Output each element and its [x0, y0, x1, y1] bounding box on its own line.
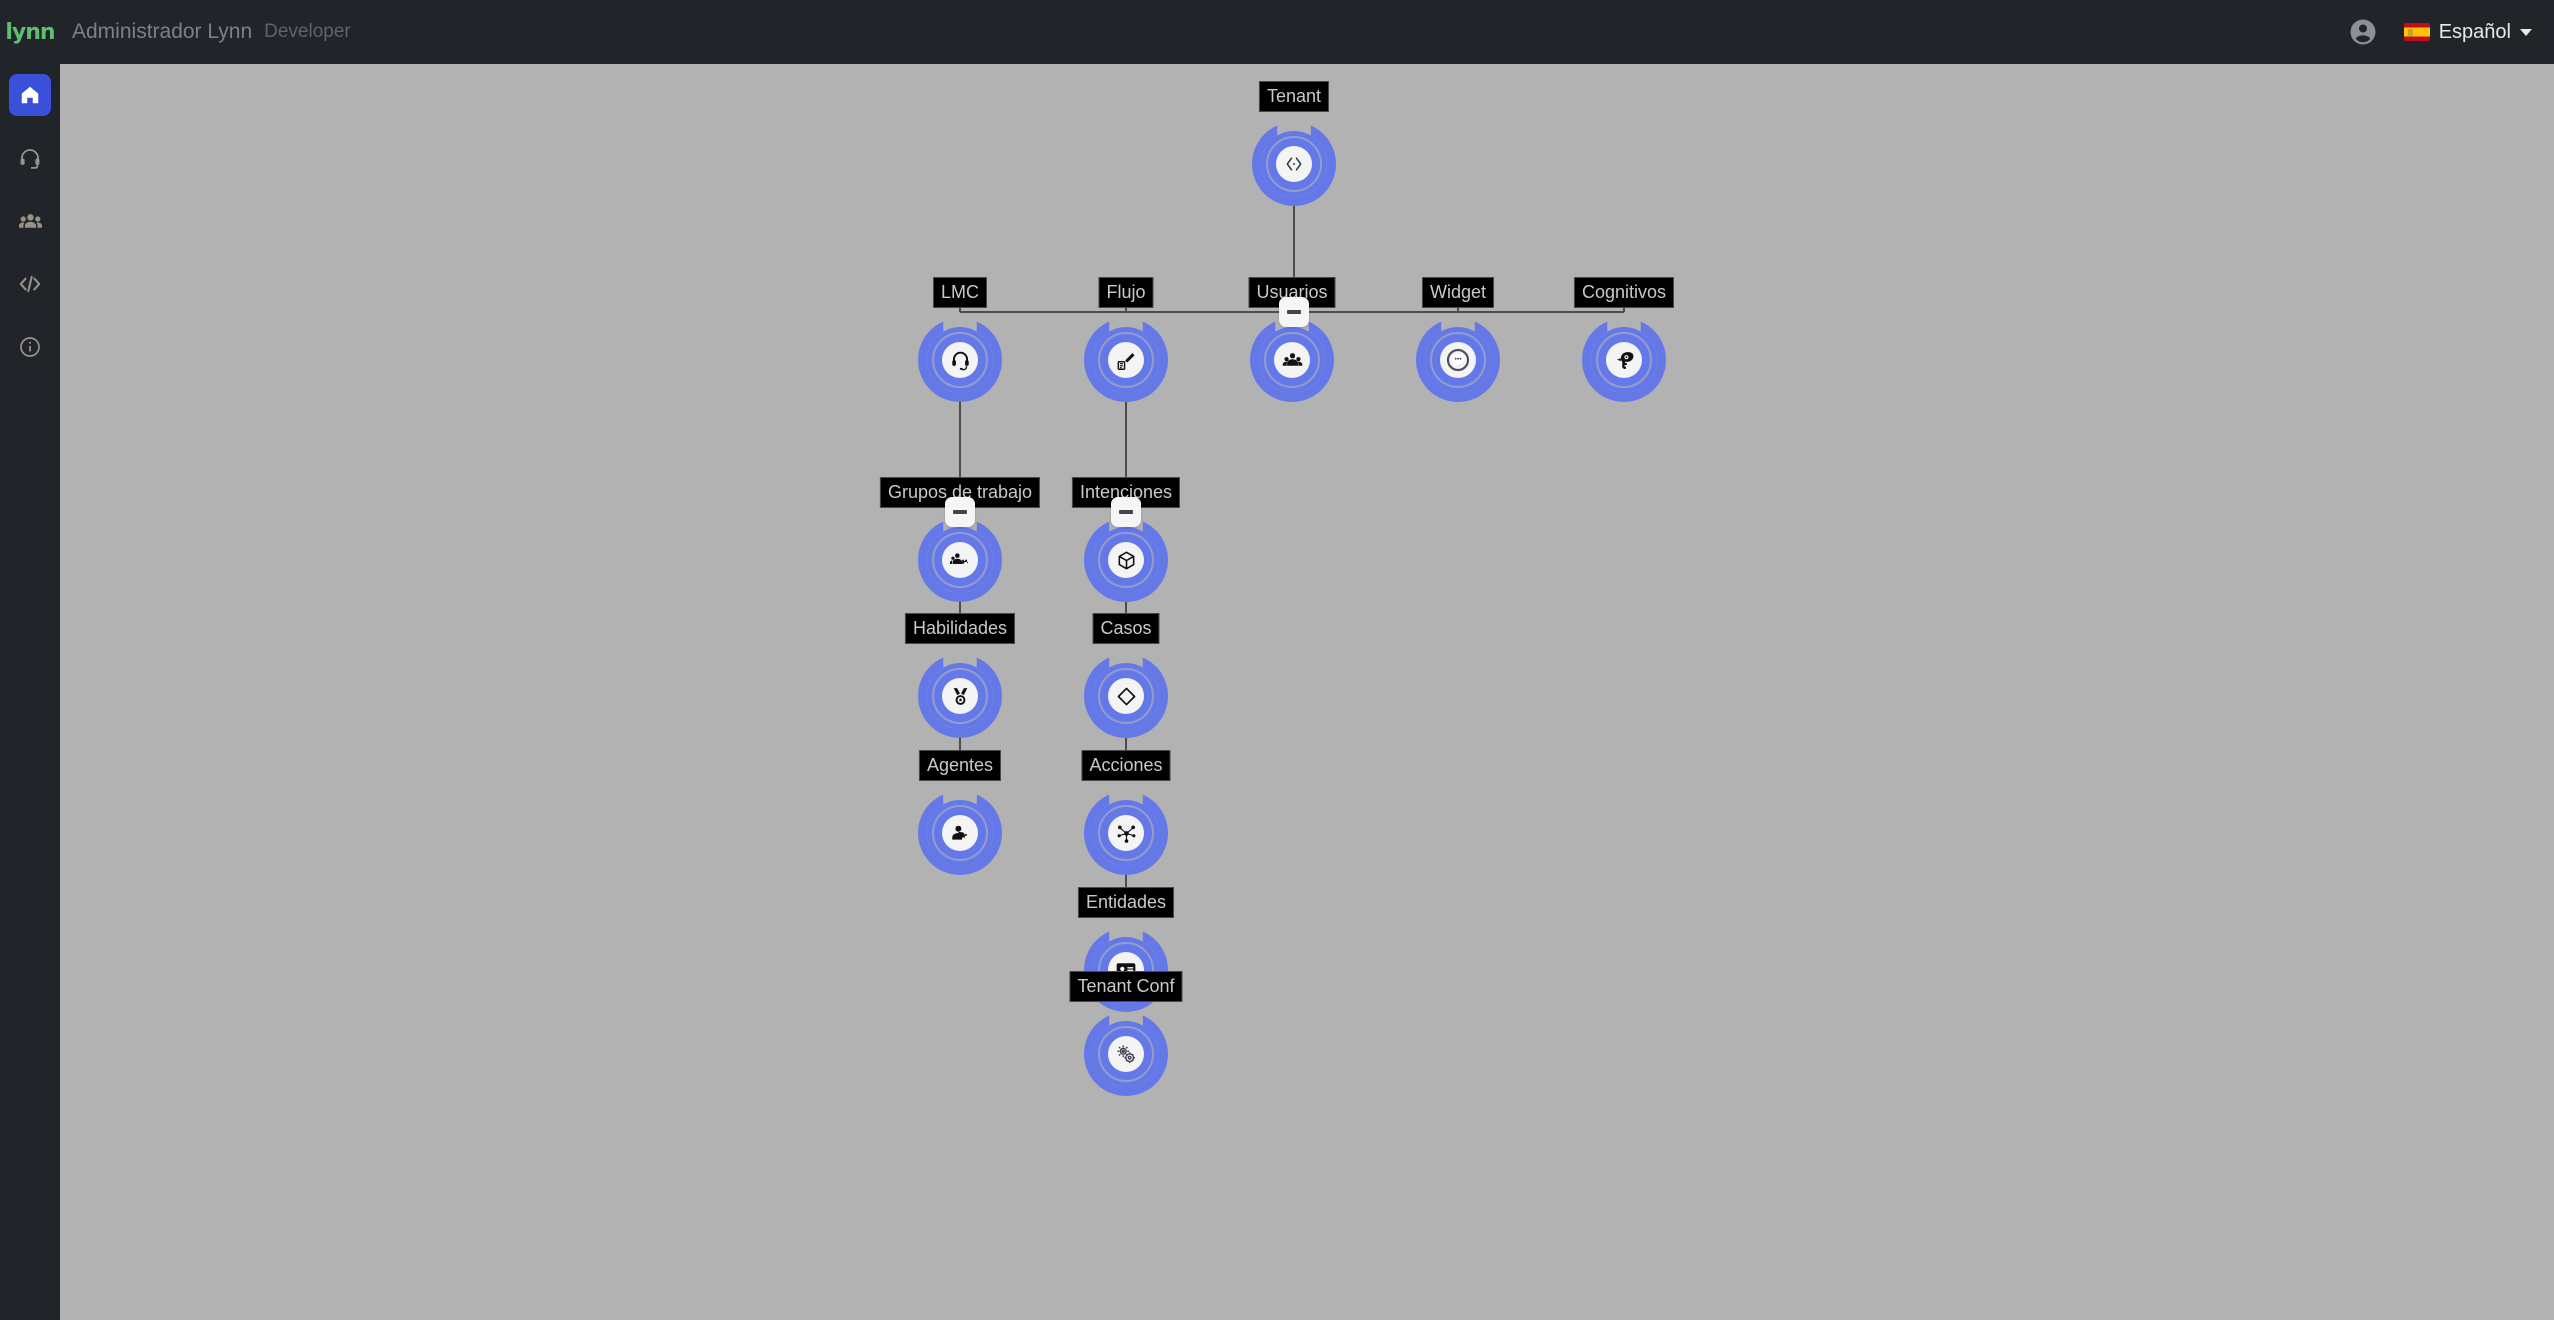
tree-node-grupos[interactable]: [918, 518, 1002, 602]
tree-node-agentes[interactable]: [918, 791, 1002, 875]
tree-node-habilidades[interactable]: [918, 654, 1002, 738]
tree-edges: [959, 206, 1625, 1012]
tree-node-casos[interactable]: [1084, 654, 1168, 738]
node-label-cognitivos: Cognitivos: [1573, 277, 1675, 308]
collapse-flujo-button[interactable]: [1111, 497, 1141, 527]
sidebar-item-home[interactable]: [9, 74, 51, 116]
brain-head-icon: [1606, 342, 1642, 378]
node-label-acciones: Acciones: [1081, 750, 1171, 781]
group-icon: [1274, 342, 1310, 378]
minus-icon: [1287, 310, 1301, 314]
home-icon: [19, 84, 41, 106]
application-root: lynn Administrador Lynn Developer Españo…: [0, 0, 2554, 1320]
minus-icon: [953, 510, 967, 514]
node-label-flujo: Flujo: [1098, 277, 1154, 308]
node-label-tenantconf: Tenant Conf: [1069, 971, 1183, 1002]
gears-icon: [1108, 1036, 1144, 1072]
top-header-bar: lynn Administrador Lynn Developer Españo…: [0, 0, 2554, 64]
lynn-logo: lynn: [5, 19, 55, 45]
node-label-tenant: Tenant: [1258, 81, 1330, 112]
collapse-lmc-button[interactable]: [945, 497, 975, 527]
sidebar-item-developer[interactable]: [9, 263, 51, 305]
tree-canvas[interactable]: Tenant LMC Flujo Usuarios Widget Cognitivos Gr…: [60, 64, 2554, 1320]
tree-node-tenant[interactable]: [1252, 122, 1336, 206]
tree-node-intenciones[interactable]: [1084, 518, 1168, 602]
minus-icon: [1119, 510, 1133, 514]
tree-node-widget[interactable]: [1416, 318, 1500, 402]
header-right-controls: Español: [2348, 17, 2554, 47]
paint-roller-icon: [1108, 342, 1144, 378]
spain-flag-icon: [2403, 23, 2430, 41]
headset-icon: [942, 342, 978, 378]
node-label-agentes: Agentes: [918, 750, 1002, 781]
header-user-name: Administrador Lynn: [72, 20, 253, 43]
chat-bubble-icon: [1440, 342, 1476, 378]
chevron-down-icon: [2520, 28, 2532, 36]
tree-node-cognitivos[interactable]: [1582, 318, 1666, 402]
node-label-lmc: LMC: [932, 277, 988, 308]
person-gear-icon: [942, 815, 978, 851]
code-icon: [17, 271, 43, 297]
tree-node-flujo[interactable]: [1084, 318, 1168, 402]
node-label-widget: Widget: [1421, 277, 1495, 308]
sidebar-item-users[interactable]: [9, 200, 51, 242]
node-label-casos: Casos: [1092, 613, 1160, 644]
header-user-role: Developer: [264, 21, 351, 42]
headset-icon: [18, 146, 42, 170]
group-icon: [18, 209, 43, 234]
left-sidebar: [0, 64, 60, 1320]
language-selector[interactable]: Español: [2403, 20, 2532, 44]
tree-node-tenantconf[interactable]: [1084, 1012, 1168, 1096]
group-gear-icon: [942, 542, 978, 578]
sidebar-item-info[interactable]: [9, 326, 51, 368]
medal-icon: [942, 678, 978, 714]
tenant-tree: Tenant LMC Flujo Usuarios Widget Cognitivos Gr…: [60, 64, 2554, 1320]
tree-node-acciones[interactable]: [1084, 791, 1168, 875]
diamond-icon: [1108, 678, 1144, 714]
network-nodes-icon: [1108, 815, 1144, 851]
cube-icon: [1108, 542, 1144, 578]
node-label-entidades: Entidades: [1077, 887, 1175, 918]
collapse-tenant-button[interactable]: [1279, 297, 1309, 327]
code-brackets-icon: [1276, 146, 1312, 182]
sidebar-item-support[interactable]: [9, 137, 51, 179]
tree-node-usuarios[interactable]: [1250, 318, 1334, 402]
info-icon: [18, 335, 42, 359]
account-circle-icon[interactable]: [2348, 17, 2378, 47]
node-label-habilidades: Habilidades: [904, 613, 1016, 644]
language-label: Español: [2438, 20, 2511, 43]
tree-node-lmc[interactable]: [918, 318, 1002, 402]
